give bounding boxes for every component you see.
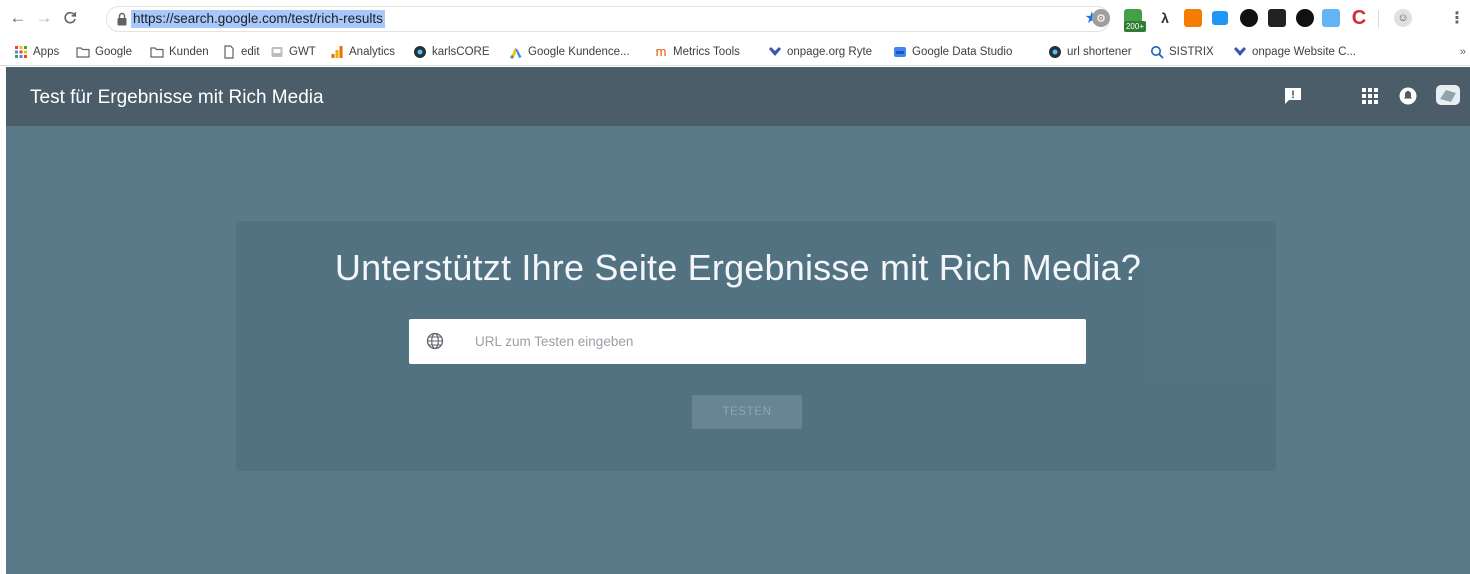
- notifications-icon[interactable]: [1398, 86, 1418, 106]
- page-headline: Unterstützt Ihre Seite Ergebnisse mit Ri…: [334, 247, 1142, 288]
- reload-icon[interactable]: [60, 7, 80, 29]
- bookmark-sistrix[interactable]: SISTRIX: [1150, 44, 1214, 60]
- test-button[interactable]: TESTEN: [692, 395, 802, 429]
- bookmark-gwt[interactable]: GWT: [270, 44, 316, 60]
- url-input[interactable]: [475, 319, 1065, 364]
- data-studio-icon: [894, 47, 906, 57]
- ryte-icon: [769, 47, 781, 56]
- bookmark-label: Google Kundence...: [528, 46, 630, 58]
- bookmark-label: Google Data Studio: [912, 46, 1013, 58]
- bookmark-label: SISTRIX: [1169, 46, 1214, 58]
- gwt-icon: [271, 47, 283, 57]
- bookmark-onpage-website[interactable]: onpage Website C...: [1233, 44, 1356, 60]
- bookmark-label: onpage Website C...: [1252, 46, 1356, 58]
- feedback-icon[interactable]: [1283, 86, 1303, 106]
- bookmark-kunden[interactable]: Kunden: [150, 44, 209, 60]
- bookmark-data-studio[interactable]: Google Data Studio: [893, 44, 1012, 60]
- bookmark-analytics[interactable]: Analytics: [330, 44, 395, 60]
- folder-icon: [76, 47, 90, 58]
- app-header: Test für Ergebnisse mit Rich Media: [6, 67, 1470, 126]
- extension-chart-icon[interactable]: [1184, 9, 1202, 27]
- bookmark-label: onpage.org Ryte: [787, 46, 873, 58]
- toolbar-divider: [1378, 10, 1379, 28]
- bookmark-label: Apps: [33, 46, 60, 58]
- app-title: Test für Ergebnisse mit Rich Media: [30, 87, 324, 108]
- bookmarks-bar: Apps Google Kunden edit GWT Analytics ka…: [0, 38, 1470, 66]
- bookmark-label: karlsCORE: [432, 46, 490, 58]
- extension-settings-icon[interactable]: ⚙: [1092, 9, 1110, 27]
- globe-icon: [426, 332, 444, 350]
- bookmark-metrics-tools[interactable]: m Metrics Tools: [654, 44, 740, 60]
- globe-icon: [1049, 46, 1061, 58]
- main-content: Unterstützt Ihre Seite Ergebnisse mit Ri…: [6, 126, 1470, 574]
- ryte-icon: [1234, 47, 1246, 56]
- account-avatar-icon[interactable]: [1435, 84, 1461, 106]
- globe-icon: [414, 46, 426, 58]
- bookmark-label: edit: [241, 46, 260, 58]
- page-icon: [224, 45, 234, 59]
- bookmark-apps[interactable]: Apps: [14, 44, 59, 60]
- extension-c-icon[interactable]: C: [1350, 7, 1368, 29]
- folder-icon: [150, 47, 164, 58]
- extension-puzzle-icon[interactable]: [1322, 9, 1340, 27]
- extension-box-icon[interactable]: [1268, 9, 1286, 27]
- url-text[interactable]: https://search.google.com/test/rich-resu…: [131, 10, 385, 28]
- address-bar[interactable]: https://search.google.com/test/rich-resu…: [106, 6, 1110, 32]
- extension-lambda-icon[interactable]: λ: [1156, 9, 1174, 27]
- browser-menu-icon[interactable]: ⋮: [1448, 9, 1466, 27]
- extension-circle-icon[interactable]: [1296, 9, 1314, 27]
- bookmark-karlscore[interactable]: karlsCORE: [413, 44, 490, 60]
- bookmark-label: GWT: [289, 46, 316, 58]
- profile-avatar-icon[interactable]: ☺: [1394, 9, 1412, 27]
- url-search-box[interactable]: [409, 319, 1086, 364]
- extension-window-icon[interactable]: [1212, 11, 1228, 25]
- forward-arrow-icon[interactable]: →: [34, 7, 54, 29]
- bookmarks-overflow-button[interactable]: »: [1460, 46, 1466, 58]
- apps-grid-icon: [15, 46, 27, 58]
- bookmark-label: Analytics: [349, 46, 396, 58]
- bookmark-google-kundencenter[interactable]: Google Kundence...: [509, 44, 630, 60]
- google-ads-icon: [510, 48, 522, 59]
- metrics-icon: m: [655, 44, 667, 59]
- analytics-icon: [331, 46, 343, 58]
- bookmark-label: Metrics Tools: [673, 46, 740, 58]
- back-arrow-icon[interactable]: ←: [8, 7, 28, 29]
- bookmark-label: Google: [95, 46, 133, 58]
- bookmark-onpage-ryte[interactable]: onpage.org Ryte: [768, 44, 872, 60]
- bookmark-url-shortener[interactable]: url shortener: [1048, 44, 1132, 60]
- bookmark-label: Kunden: [169, 46, 209, 58]
- lock-icon: [117, 12, 127, 26]
- browser-toolbar: ← → https://search.google.com/test/rich-…: [0, 0, 1470, 38]
- extension-badge: 200+: [1124, 21, 1146, 32]
- search-icon: [1151, 46, 1164, 59]
- bookmark-edit[interactable]: edit: [222, 44, 260, 60]
- bookmark-label: url shortener: [1067, 46, 1132, 58]
- extension-dark-circle-icon[interactable]: [1240, 9, 1258, 27]
- apps-grid-icon[interactable]: [1360, 86, 1380, 106]
- bookmark-google[interactable]: Google: [76, 44, 132, 60]
